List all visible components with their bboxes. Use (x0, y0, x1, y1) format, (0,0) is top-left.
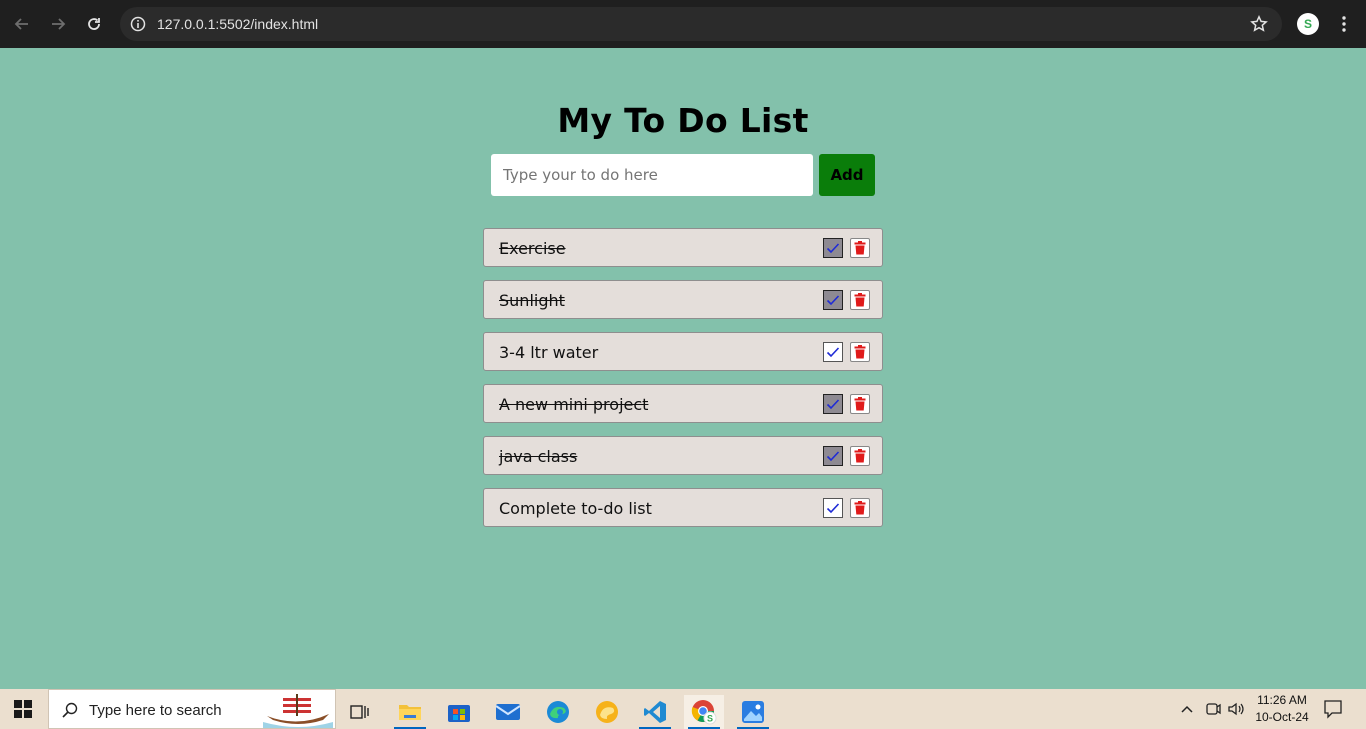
mail-icon (495, 704, 521, 720)
checkmark-icon (826, 451, 840, 462)
todo-text: java class (499, 447, 578, 466)
bookmark-star-icon[interactable] (1250, 15, 1268, 33)
microsoft-store-button[interactable] (439, 695, 479, 729)
complete-checkbox[interactable] (823, 342, 843, 362)
windows-start-icon[interactable] (14, 700, 32, 718)
todo-item: java class (483, 436, 883, 475)
delete-button[interactable] (850, 342, 870, 362)
file-explorer-button[interactable] (390, 695, 430, 729)
todo-item: Exercise (483, 228, 883, 267)
edge-button[interactable] (538, 695, 578, 729)
folder-icon (399, 705, 421, 720)
complete-checkbox[interactable] (823, 446, 843, 466)
trash-icon (854, 449, 866, 463)
clock-time: 11:26 AM (1257, 693, 1307, 707)
page-title: My To Do List (557, 101, 809, 140)
forward-button[interactable] (46, 12, 70, 36)
checkmark-icon (826, 295, 840, 306)
checkmark-icon (826, 399, 840, 410)
svg-text:S: S (707, 714, 713, 724)
todo-list: Exercise Sunlight 3-4 ltr water A new mini … (483, 228, 883, 540)
edge-icon (547, 701, 569, 723)
todo-text: Complete to-do list (499, 499, 652, 518)
todo-text: A new mini project (499, 395, 649, 414)
todo-item: A new mini project (483, 384, 883, 423)
search-placeholder: Type here to search (89, 702, 222, 719)
complete-checkbox[interactable] (823, 290, 843, 310)
todo-item: 3-4 ltr water (483, 332, 883, 371)
trash-icon (854, 241, 866, 255)
vs-code-button[interactable] (635, 695, 675, 729)
delete-button[interactable] (850, 498, 870, 518)
search-icon (62, 702, 78, 718)
delete-button[interactable] (850, 290, 870, 310)
checkmark-icon (826, 503, 840, 514)
meet-now-icon[interactable] (1205, 701, 1221, 717)
complete-checkbox[interactable] (823, 238, 843, 258)
trash-icon (854, 345, 866, 359)
todo-item: Sunlight (483, 280, 883, 319)
clock-date: 10-Oct-24 (1255, 710, 1309, 724)
delete-button[interactable] (850, 394, 870, 414)
taskbar-clock[interactable]: 11:26 AM 10-Oct-24 (1250, 692, 1314, 726)
arrow-left-icon (14, 18, 28, 30)
chrome-button[interactable]: S (684, 695, 724, 729)
volume-icon[interactable] (1227, 701, 1245, 717)
trash-icon (854, 293, 866, 307)
chrome-icon: S (691, 700, 717, 725)
photos-button[interactable] (733, 695, 773, 729)
profile-initial: S (1303, 17, 1312, 31)
todo-input[interactable] (491, 154, 813, 196)
notification-icon[interactable] (1323, 699, 1343, 719)
todo-text: 3-4 ltr water (499, 343, 599, 362)
trash-icon (854, 397, 866, 411)
delete-button[interactable] (850, 238, 870, 258)
viking-ship-icon (263, 694, 333, 728)
delete-button[interactable] (850, 446, 870, 466)
store-icon (448, 705, 470, 722)
checkmark-icon (826, 347, 840, 358)
reload-icon (88, 18, 100, 30)
mail-button[interactable] (488, 695, 528, 729)
site-info-icon[interactable] (130, 16, 146, 32)
complete-checkbox[interactable] (823, 498, 843, 518)
windows-taskbar: Type here to search S 11:26 AM 10-Oct-24 (0, 689, 1366, 729)
browser-toolbar: 127.0.0.1:5502/index.html S (0, 0, 1366, 48)
back-button[interactable] (10, 12, 34, 36)
complete-checkbox[interactable] (823, 394, 843, 414)
add-button[interactable]: Add (819, 154, 875, 196)
profile-avatar[interactable]: S (1297, 13, 1319, 35)
edge-canary-button[interactable] (587, 695, 627, 729)
address-bar[interactable]: 127.0.0.1:5502/index.html (120, 7, 1282, 41)
trash-icon (854, 501, 866, 515)
reload-button[interactable] (82, 12, 106, 36)
menu-dots-icon[interactable] (1334, 14, 1354, 34)
task-view-icon (350, 705, 369, 719)
edge-canary-icon (596, 701, 618, 723)
url-text: 127.0.0.1:5502/index.html (157, 16, 319, 32)
task-view-button[interactable] (340, 695, 380, 729)
todo-text: Exercise (499, 239, 566, 258)
checkmark-icon (826, 243, 840, 254)
taskbar-search[interactable]: Type here to search (48, 689, 336, 729)
vs-code-icon (644, 701, 666, 723)
todo-item: Complete to-do list (483, 488, 883, 527)
todo-text: Sunlight (499, 291, 565, 310)
arrow-right-icon (52, 18, 66, 30)
chevron-up-icon[interactable] (1180, 702, 1194, 716)
photos-icon (742, 701, 764, 723)
